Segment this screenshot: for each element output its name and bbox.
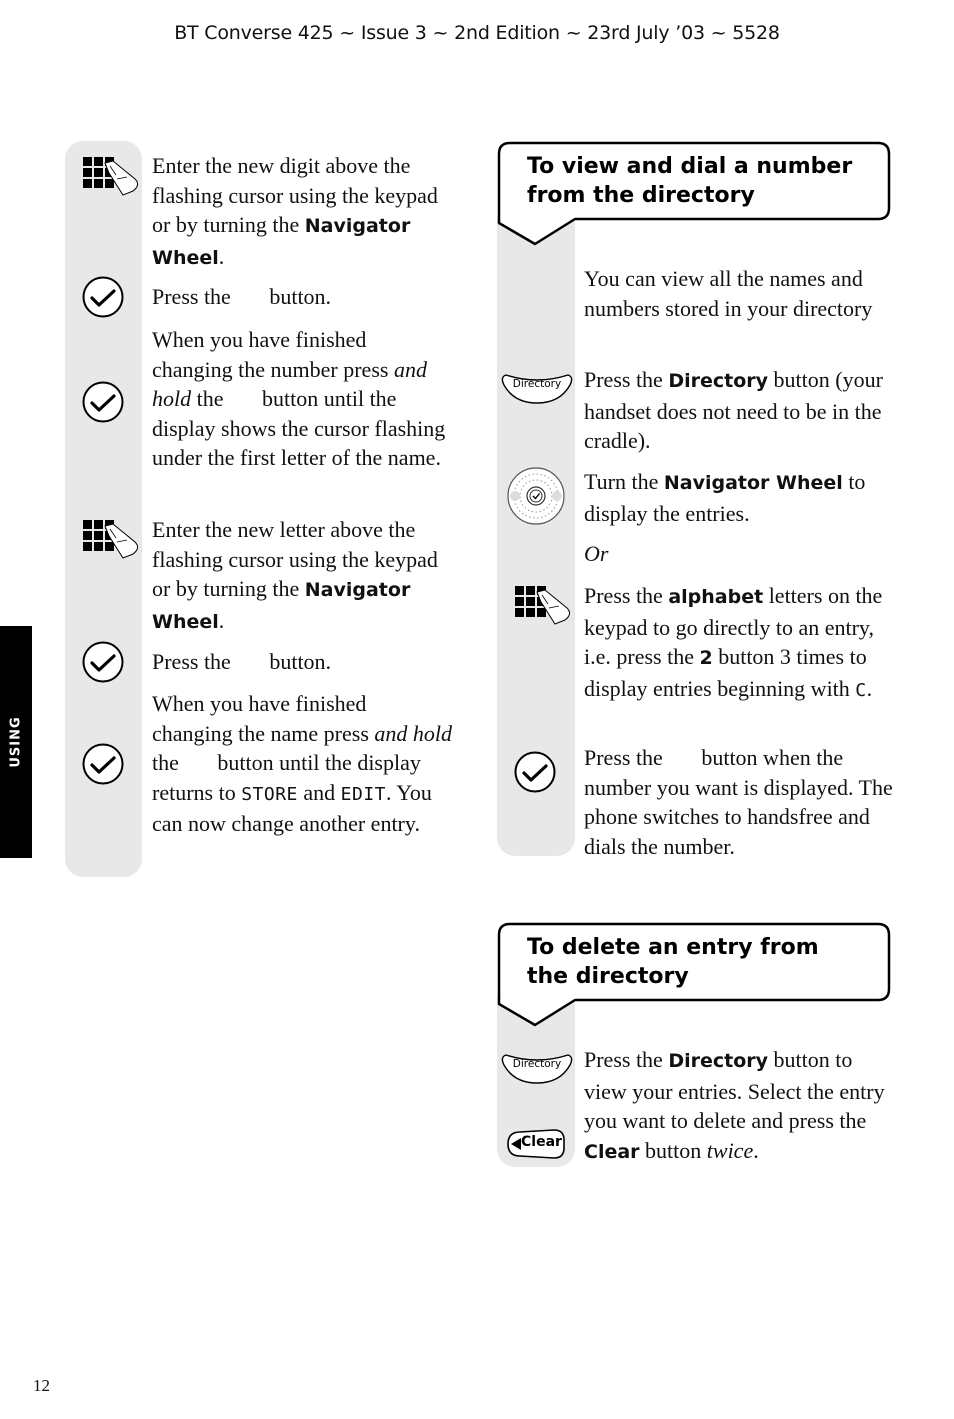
text-run: . (866, 675, 873, 701)
view-step-text: Press the alphabet letters on the keypad… (584, 581, 894, 705)
left-step-text: Press the button. (152, 647, 452, 677)
italic-term: twice (706, 1137, 754, 1163)
page-header: BT Converse 425 ~ Issue 3 ~ 2nd Edition … (174, 22, 780, 44)
view-step-text: Or (584, 539, 894, 569)
text-run: Press the (584, 1047, 669, 1072)
view-step-text: You can view all the names and numbers s… (584, 264, 894, 323)
left-step-text: When you have finished changing the numb… (152, 325, 452, 473)
text-run: When you have finished changing the numb… (152, 327, 394, 382)
keypad-icon (515, 586, 575, 633)
text-run: Press the button. (152, 649, 332, 674)
text-run: . (753, 1137, 759, 1163)
bold-term: Directory (668, 1050, 769, 1072)
view-step-text: Turn the Navigator Wheel to display the … (584, 467, 894, 528)
view-step-text: Press the Directory button (your handset… (584, 365, 894, 456)
text-run: Press the (584, 367, 669, 392)
bold-term: Navigator Wheel (663, 472, 843, 494)
navigator-wheel-icon (506, 466, 566, 531)
bold-term: alphabet (668, 586, 764, 608)
ok-check-icon (81, 640, 125, 689)
text-run: You can view all the names and numbers s… (584, 266, 873, 321)
text-run: Press the (584, 583, 669, 608)
italic-term: and hold (374, 720, 452, 746)
left-step-text: Enter the new digit above the flashing c… (152, 151, 452, 273)
ok-check-icon (513, 750, 557, 799)
display-text: EDIT (340, 783, 387, 805)
side-tab-label: USING (8, 716, 24, 768)
text-run: button (639, 1137, 707, 1163)
text-run: . (218, 607, 225, 633)
bold-term: Clear (584, 1140, 640, 1163)
display-text: C (855, 679, 867, 701)
text-run: and (297, 779, 341, 805)
left-step-text: Enter the new letter above the flashing … (152, 515, 452, 637)
directory-button-icon: Directory (500, 369, 574, 405)
keypad-icon (83, 157, 143, 204)
italic-term: Or (584, 541, 609, 566)
page-number: 12 (33, 1376, 50, 1395)
view-step-text: Press the button when the number you wan… (584, 743, 894, 861)
ok-check-icon (81, 380, 125, 429)
text-run: Press the button when the number you wan… (584, 745, 893, 859)
display-text: STORE (241, 783, 298, 805)
text-run: When you have finished changing the name… (152, 691, 375, 746)
view-section-title: To view and dial a number from the direc… (527, 154, 853, 208)
text-run: Press the button. (152, 284, 332, 309)
clear-button-icon: Clear (504, 1128, 566, 1160)
ok-check-icon (81, 275, 125, 324)
directory-button-icon: Directory (500, 1049, 574, 1085)
section-side-tab: USING (0, 626, 32, 858)
keypad-icon (83, 520, 143, 567)
left-step-text: Press the button. (152, 282, 452, 312)
bold-term: 2 (699, 647, 713, 669)
text-run: . (218, 243, 225, 269)
left-step-text: When you have finished changing the name… (152, 689, 452, 839)
delete-step-text: Press the Directory button to view your … (584, 1045, 894, 1167)
text-run: the button until the display shows the c… (152, 386, 446, 470)
ok-check-icon (81, 742, 125, 791)
text-run: Turn the (584, 469, 664, 494)
delete-section-title: To delete an entry from the directory (527, 935, 819, 989)
bold-term: Directory (668, 370, 769, 392)
